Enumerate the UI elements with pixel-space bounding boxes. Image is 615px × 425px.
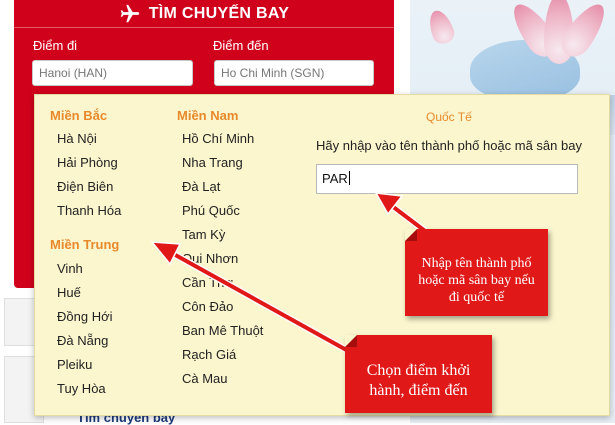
region-heading-north: Miền Bắc (50, 108, 108, 123)
international-heading: Quốc Tế (426, 110, 472, 124)
city-option[interactable]: Hồ Chí Minh (182, 131, 254, 146)
search-title: TÌM CHUYẾN BAY (148, 4, 290, 22)
international-search-input[interactable]: PAR (316, 164, 578, 194)
city-option[interactable]: Đồng Hới (57, 309, 113, 324)
city-option[interactable]: Nha Trang (182, 155, 243, 170)
city-option[interactable]: Vinh (57, 261, 83, 276)
city-option[interactable]: Rạch Giá (182, 347, 236, 362)
from-label: Điểm đi (33, 38, 78, 53)
from-input[interactable]: Hanoi (HAN) (32, 60, 193, 86)
city-option[interactable]: Côn Đảo (182, 299, 233, 314)
city-option[interactable]: Cà Mau (182, 371, 228, 386)
region-heading-central: Miền Trung (50, 237, 120, 252)
city-option[interactable]: Pleiku (57, 357, 92, 372)
city-option[interactable]: Thanh Hóa (57, 203, 121, 218)
international-input-value: PAR (322, 171, 348, 186)
city-option[interactable]: Tuy Hòa (57, 381, 106, 396)
city-option[interactable]: Điện Biên (57, 179, 113, 194)
airplane-icon (119, 3, 141, 25)
callout-fold (345, 335, 357, 347)
city-option[interactable]: Tam Kỳ (182, 227, 225, 242)
international-hint: Hãy nhập vào tên thành phố hoặc mã sân b… (316, 138, 582, 153)
callout-fold (405, 229, 417, 241)
city-option[interactable]: Đà Lạt (182, 179, 220, 194)
city-option[interactable]: Qui Nhơn (182, 251, 238, 266)
city-option[interactable]: Cần Thơ (182, 275, 233, 290)
city-option[interactable]: Ban Mê Thuột (182, 323, 263, 338)
region-heading-south: Miền Nam (177, 108, 239, 123)
city-option[interactable]: Hà Nội (57, 131, 97, 146)
callout-domestic: Chọn điểm khởi hành, điểm đến (345, 335, 492, 413)
callout-international: Nhập tên thành phố hoặc mã sân bay nếu đ… (405, 229, 548, 316)
callout-domestic-text: Chọn điểm khởi hành, điểm đến (366, 362, 471, 399)
to-label: Điểm đến (213, 38, 269, 53)
city-option[interactable]: Hải Phòng (57, 155, 118, 170)
city-option[interactable]: Đà Nẵng (57, 333, 108, 348)
city-option[interactable]: Phú Quốc (182, 203, 240, 218)
city-option[interactable]: Huế (57, 285, 81, 300)
search-title-bar: TÌM CHUYẾN BAY (14, 0, 394, 28)
text-cursor (348, 171, 350, 185)
to-input[interactable]: Ho Chi Minh (SGN) (214, 60, 374, 86)
callout-international-text: Nhập tên thành phố hoặc mã sân bay nếu đ… (418, 256, 535, 305)
